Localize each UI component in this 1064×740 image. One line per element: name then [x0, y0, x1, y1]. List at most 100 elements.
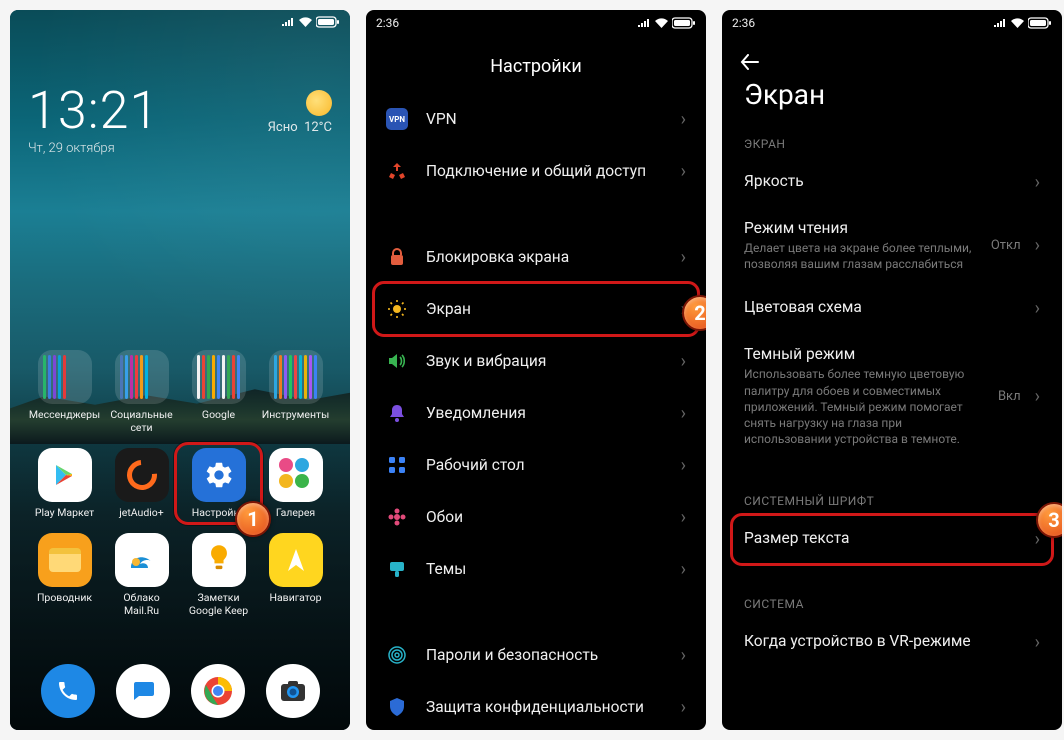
chevron-right-icon: ›: [681, 247, 686, 268]
fingerprint-icon: [386, 644, 408, 666]
signal-icon: [637, 18, 651, 29]
chevron-right-icon: ›: [1035, 632, 1040, 653]
app-label: Навигатор: [269, 591, 321, 604]
status-time: 2:36: [376, 16, 399, 30]
row-sound[interactable]: Звук и вибрация ›: [366, 335, 706, 387]
section-system: СИСТЕМА: [722, 591, 1062, 619]
row-label: Размер текста: [744, 529, 1021, 547]
row-sub: Использовать более темную цветовую палит…: [744, 366, 984, 447]
chevron-right-icon: ›: [681, 109, 686, 130]
row-text-size[interactable]: Размер текста › 3: [722, 516, 1062, 563]
row-label: Яркость: [744, 172, 1021, 190]
row-vr-mode[interactable]: Когда устройство в VR-режиме ›: [722, 619, 1062, 666]
row-wallpaper[interactable]: Обои ›: [366, 491, 706, 543]
row-label: VPN: [426, 110, 663, 128]
row-reading-mode[interactable]: Режим чтения Делает цвета на экране боле…: [722, 206, 1062, 285]
app-label: Проводник: [37, 591, 92, 604]
app-explorer[interactable]: Проводник: [28, 533, 101, 617]
row-label: Когда устройство в VR-режиме: [744, 632, 1021, 650]
row-color-scheme[interactable]: Цветовая схема ›: [722, 285, 1062, 332]
chevron-right-icon: ›: [681, 645, 686, 666]
weather-sun-icon: [306, 90, 332, 116]
weather-cond: Ясно: [268, 120, 298, 135]
dock-camera[interactable]: [266, 664, 320, 718]
row-notifications[interactable]: Уведомления ›: [366, 387, 706, 439]
chevron-right-icon: ›: [1035, 529, 1040, 550]
shield-icon: [386, 696, 408, 718]
row-brightness[interactable]: Яркость ›: [722, 159, 1062, 206]
bell-icon: [386, 402, 408, 424]
row-vpn[interactable]: VPN VPN ›: [366, 93, 706, 145]
chevron-right-icon: ›: [681, 455, 686, 476]
row-passwords[interactable]: Пароли и безопасность ›: [366, 629, 706, 681]
brush-icon: [386, 558, 408, 580]
clock-widget[interactable]: 13:21 Чт, 29 октября: [28, 80, 159, 156]
row-label: Пароли и безопасность: [426, 646, 663, 664]
row-display[interactable]: Экран › 2: [366, 283, 706, 335]
chevron-right-icon: ›: [1035, 298, 1040, 319]
step-badge-1: 1: [235, 501, 271, 537]
app-mailru[interactable]: Облако Mail.Ru: [105, 533, 178, 617]
clock-time: 13:21: [28, 80, 159, 141]
sun-icon: [386, 298, 408, 320]
chevron-right-icon: ›: [1035, 386, 1040, 407]
folder-social[interactable]: Социальные сети: [105, 350, 178, 434]
arrow-left-icon: [740, 54, 760, 70]
wifi-icon: [298, 17, 313, 28]
chevron-right-icon: ›: [681, 351, 686, 372]
app-gallery[interactable]: Галерея: [259, 448, 332, 519]
row-lockscreen[interactable]: Блокировка экрана ›: [366, 231, 706, 283]
app-grid: Мессенджеры Социальные сети Google Инстр…: [10, 350, 350, 617]
grid-icon: [386, 454, 408, 476]
back-button[interactable]: [722, 36, 1062, 74]
app-settings[interactable]: Настройки 1: [182, 448, 255, 519]
app-keep[interactable]: Заметки Google Keep: [182, 533, 255, 617]
folder-label: Инструменты: [262, 408, 330, 421]
app-playmarket[interactable]: Play Маркет: [28, 448, 101, 519]
row-label: Цветовая схема: [744, 298, 1021, 316]
dock: [10, 664, 350, 718]
chevron-right-icon: ›: [1035, 172, 1040, 193]
chevron-right-icon: ›: [681, 507, 686, 528]
app-jetaudio[interactable]: jetAudio+: [105, 448, 178, 519]
weather-temp: 12°C: [304, 120, 332, 135]
status-bar-right: [281, 16, 340, 28]
chevron-right-icon: ›: [1035, 235, 1040, 256]
chevron-right-icon: ›: [681, 697, 686, 718]
chevron-right-icon: ›: [681, 559, 686, 580]
folder-messengers[interactable]: Мессенджеры: [28, 350, 101, 434]
folder-tools[interactable]: Инструменты: [259, 350, 332, 434]
page-title: Настройки: [366, 36, 706, 93]
wifi-icon: [654, 18, 669, 29]
folder-label: Социальные сети: [110, 408, 172, 434]
weather-widget[interactable]: Ясно 12°C: [268, 90, 332, 135]
dock-phone[interactable]: [41, 664, 95, 718]
app-navigator[interactable]: Навигатор: [259, 533, 332, 617]
row-dark-mode[interactable]: Темный режим Использовать более темную ц…: [722, 332, 1062, 460]
row-connection-share[interactable]: Подключение и общий доступ ›: [366, 145, 706, 197]
clock-date: Чт, 29 октября: [28, 141, 159, 156]
status-time: 2:36: [732, 16, 755, 30]
phone-homescreen: 13:21 Чт, 29 октября Ясно 12°C Мессендже…: [10, 10, 350, 730]
folder-google[interactable]: Google: [182, 350, 255, 434]
app-label: jetAudio+: [119, 506, 164, 519]
row-label: Темный режим: [744, 345, 984, 363]
row-label: Экран: [426, 300, 663, 318]
battery-icon: [672, 17, 696, 29]
dock-chrome[interactable]: [191, 664, 245, 718]
signal-icon: [993, 18, 1007, 29]
section-display: ЭКРАН: [722, 131, 1062, 159]
row-label: Обои: [426, 508, 663, 526]
app-label: Заметки Google Keep: [189, 591, 248, 617]
row-sub: Делает цвета на экране более теплыми, по…: [744, 240, 977, 272]
dock-messages[interactable]: [116, 664, 170, 718]
share-icon: [386, 160, 408, 182]
row-homescreen[interactable]: Рабочий стол ›: [366, 439, 706, 491]
battery-icon: [1028, 17, 1052, 29]
phone-settings: 2:36 Настройки VPN VPN › Подключение и о…: [366, 10, 706, 730]
status-bar: 2:36: [366, 10, 706, 36]
row-label: Подключение и общий доступ: [426, 162, 663, 180]
section-font: СИСТЕМНЫЙ ШРИФТ: [722, 488, 1062, 516]
row-themes[interactable]: Темы ›: [366, 543, 706, 595]
row-privacy[interactable]: Защита конфиденциальности ›: [366, 681, 706, 730]
